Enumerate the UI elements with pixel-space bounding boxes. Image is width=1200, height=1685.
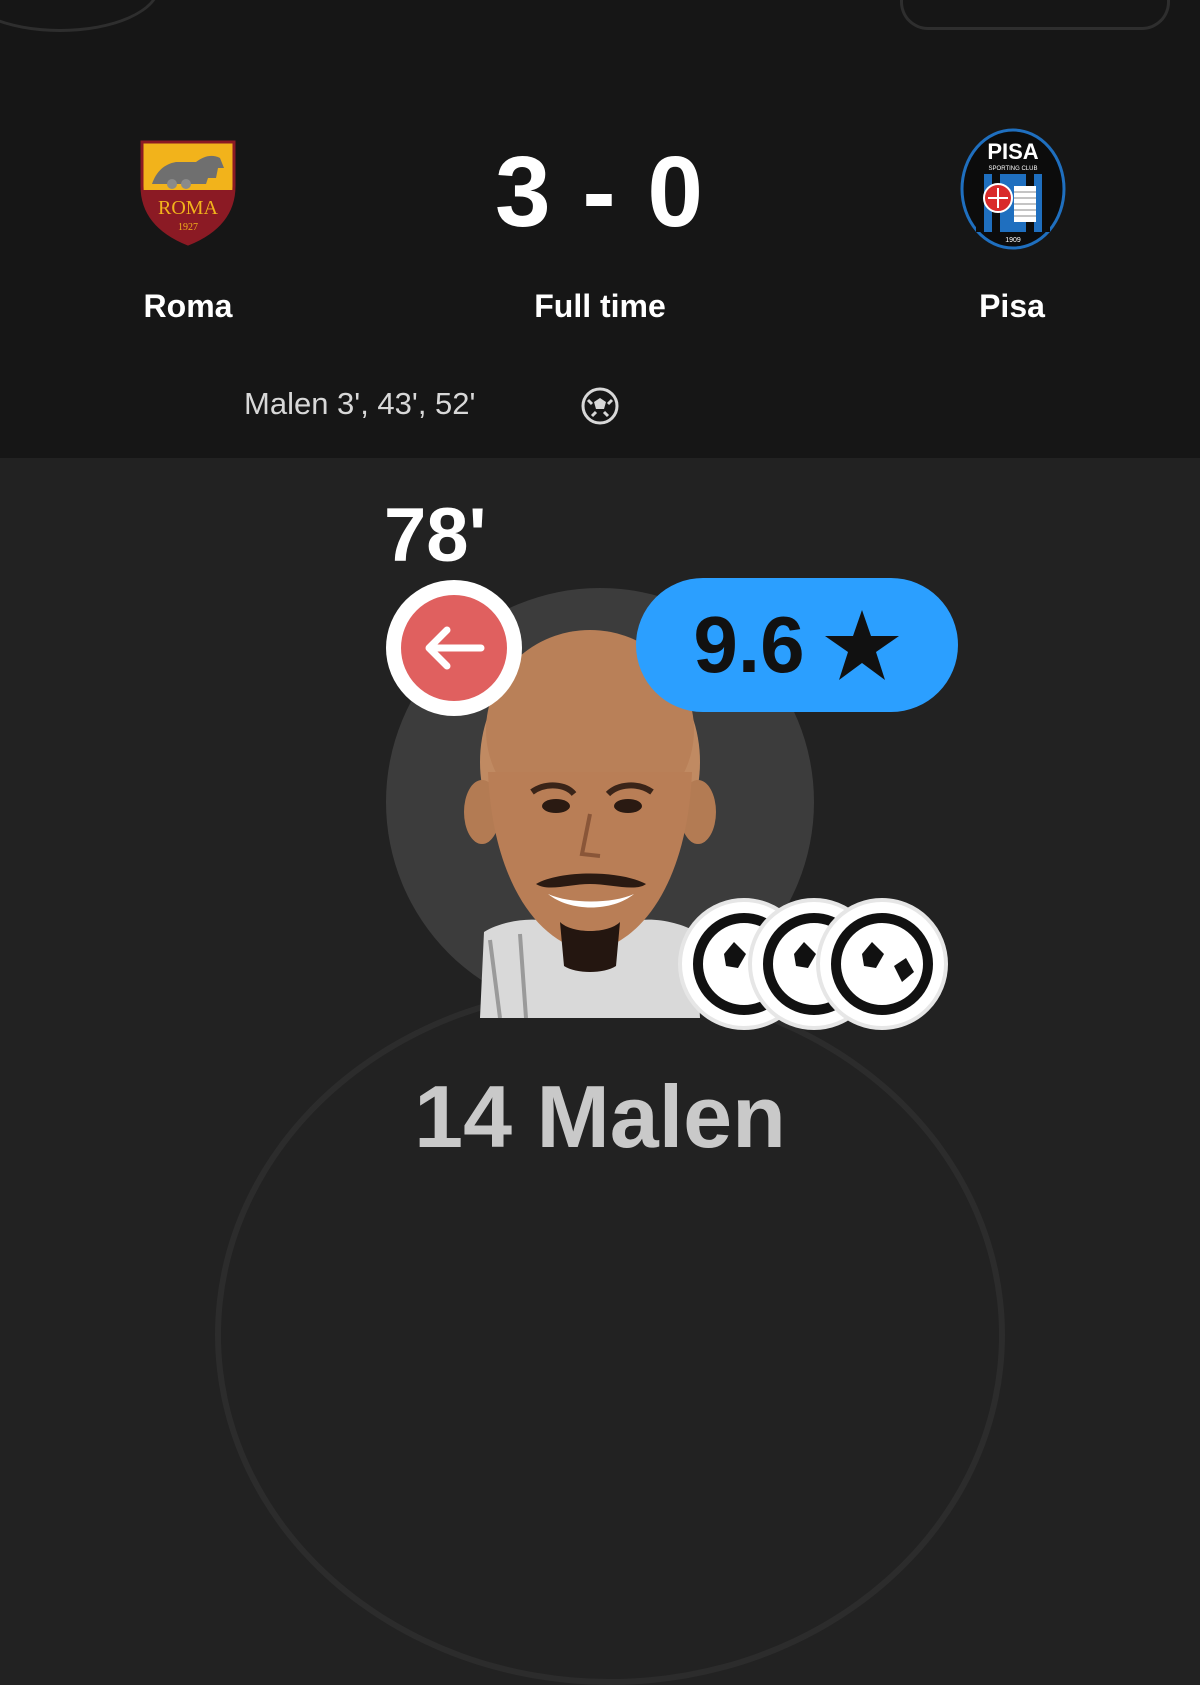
match-status: Full time xyxy=(534,288,666,324)
svg-text:SPORTING CLUB: SPORTING CLUB xyxy=(989,166,1038,172)
svg-text:PISA: PISA xyxy=(987,139,1038,164)
away-team-name[interactable]: Pisa xyxy=(912,288,1112,325)
away-team-logo[interactable]: PISA SPORTING CLUB 1909 xyxy=(960,128,1066,250)
top-action-button[interactable] xyxy=(900,0,1170,30)
player-rating: 9.6 xyxy=(693,600,805,689)
substitution-badge xyxy=(386,580,522,716)
goal-ball-icon xyxy=(816,898,948,1030)
substitution-minute: 78' xyxy=(384,493,487,578)
back-button[interactable] xyxy=(0,0,160,32)
home-scorers: Malen 3', 43', 52' xyxy=(244,386,476,421)
star-icon xyxy=(824,610,899,680)
ball-icon xyxy=(581,387,619,425)
match-score: 3 - 0 xyxy=(494,136,706,248)
svg-text:ROMA: ROMA xyxy=(158,197,219,219)
home-team-logo[interactable]: ROMA 1927 xyxy=(138,128,238,246)
svg-text:1927: 1927 xyxy=(178,222,198,233)
arrow-left-icon xyxy=(425,626,485,670)
match-header: ROMA 1927 PISA SPORTING CLUB 1909 Roma 3… xyxy=(0,0,1200,458)
home-team-name[interactable]: Roma xyxy=(88,288,288,325)
player-rating-badge: 9.6 xyxy=(636,578,958,712)
player-name[interactable]: 14 Malen xyxy=(300,1066,900,1168)
svg-text:1909: 1909 xyxy=(1005,237,1021,244)
